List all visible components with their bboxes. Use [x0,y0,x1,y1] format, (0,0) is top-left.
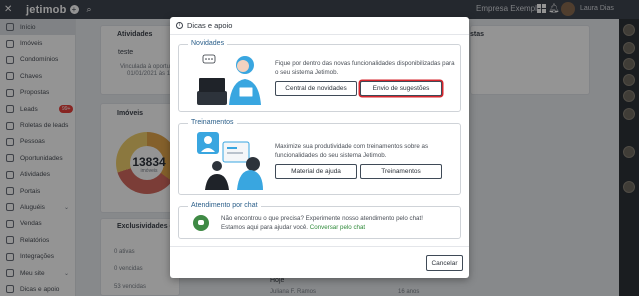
novidades-text: Fique por dentro das novas funcionalidad… [275,60,455,76]
novidades-label: Novidades [188,40,228,47]
treinamentos-illustration [197,132,263,190]
modal-header: i Dicas e apoio [170,17,469,35]
modal-footer-divider [170,246,469,247]
chat-text-line2-static: Estamos aqui para ajudar você. [221,224,309,231]
chat-text: Não encontrou o que precisa? Experimente… [221,214,457,232]
info-icon: i [176,22,183,29]
novidades-illustration [197,54,261,105]
treinamentos-button[interactable]: Treinamentos [360,164,442,179]
chat-text-line1: Não encontrou o que precisa? Experimente… [221,215,423,222]
chat-label: Atendimento por chat [188,202,261,209]
material-de-ajuda-button[interactable]: Material de ajuda [275,164,357,179]
modal-title: Dicas e apoio [187,21,233,30]
treinamentos-label: Treinamentos [188,119,237,126]
dicas-e-apoio-modal: i Dicas e apoio Novidades Fique por dent… [170,17,469,278]
envio-de-sugestoes-button[interactable]: Envio de sugestões [360,81,442,96]
chat-section: Atendimento por chat Não encontrou o que… [178,202,461,239]
treinamentos-section: Treinamentos Maximize sua produtividade … [178,119,461,195]
cancel-button[interactable]: Cancelar [426,255,463,271]
chat-text-line2: Estamos aqui para ajudar você. Conversar… [221,223,457,232]
chat-icon [193,215,209,231]
central-de-novidades-button[interactable]: Central de novidades [275,81,357,96]
conversar-pelo-chat-link[interactable]: Conversar pelo chat [310,224,365,231]
novidades-section: Novidades Fique por dentro das novas fun… [178,40,461,112]
treinamentos-text: Maximize sua produtividade com treinamen… [275,143,429,159]
